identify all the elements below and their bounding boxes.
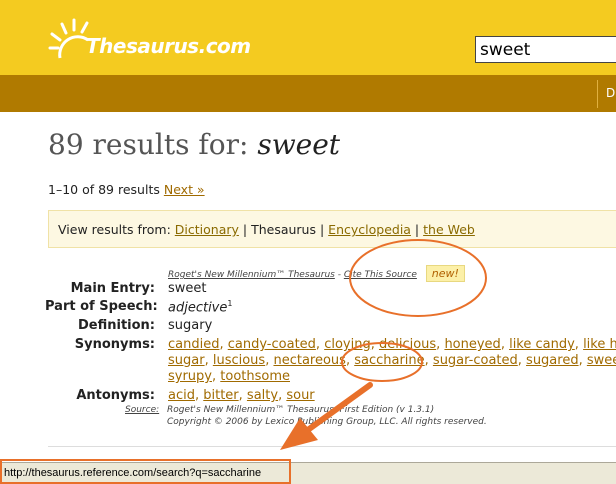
list-separator: ,	[517, 353, 527, 368]
synonym-link[interactable]: nectareous	[273, 353, 345, 368]
synonym-link[interactable]: sour	[286, 388, 314, 403]
separator: |	[238, 222, 252, 237]
page-title: 89 results for: sweet	[48, 128, 340, 161]
view-results-from-bar: View results from: Dictionary | Thesauru…	[48, 210, 616, 248]
definition-label: Definition:	[77, 318, 155, 333]
site-header: Thesaurus.com	[0, 0, 616, 75]
synonym-link[interactable]: syrupy	[168, 369, 212, 384]
antonyms-label: Antonyms:	[76, 388, 155, 403]
next-page-link[interactable]: Next »	[164, 182, 205, 197]
synonym-link[interactable]: sugared	[526, 353, 579, 368]
synonyms-label: Synonyms:	[74, 337, 155, 352]
synonyms-line-1: candied, candy-coated, cloying, deliciou…	[168, 337, 616, 352]
synonym-link[interactable]: saccharine	[354, 353, 424, 368]
synonym-link[interactable]: like hon	[583, 337, 616, 352]
list-separator: ,	[219, 337, 228, 352]
synonym-link[interactable]: luscious	[213, 353, 265, 368]
results-title-prefix: results for:	[83, 128, 258, 161]
synonym-link[interactable]: delicious	[379, 337, 436, 352]
antonyms-line: acid, bitter, salty, sour	[168, 388, 315, 403]
part-of-speech-value: adjective1	[168, 299, 232, 315]
nav-tab-dictionary[interactable]: D	[597, 80, 616, 108]
web-link[interactable]: the Web	[423, 222, 475, 237]
synonym-link[interactable]: bitter	[203, 388, 238, 403]
list-separator: ,	[424, 353, 433, 368]
main-entry-value: sweet	[168, 281, 207, 296]
source-separator: -	[334, 270, 344, 280]
source-title-link[interactable]: Roget's New Millennium™ Thesaurus	[168, 270, 335, 280]
annotation-status-highlight	[0, 459, 291, 484]
synonym-link[interactable]: acid	[168, 388, 195, 403]
part-of-speech-label: Part of Speech:	[45, 299, 158, 314]
synonyms-line-2: sugar, luscious, nectareous, saccharine,…	[168, 353, 616, 368]
list-separator: ,	[345, 353, 355, 368]
synonym-link[interactable]: honeyed	[444, 337, 500, 352]
main-entry-label: Main Entry:	[70, 281, 155, 296]
encyclopedia-link[interactable]: Encyclopedia	[328, 222, 411, 237]
dictionary-link[interactable]: Dictionary	[175, 222, 239, 237]
synonym-link[interactable]: candied	[168, 337, 219, 352]
list-separator: ,	[238, 388, 247, 403]
definition-value: sugary	[168, 318, 213, 333]
results-count: 89	[48, 128, 84, 161]
list-separator: ,	[315, 337, 325, 352]
source-edition: Roget's New Millennium™ Thesaurus, First…	[167, 405, 435, 415]
synonym-link[interactable]: cloying	[324, 337, 371, 352]
synonym-link[interactable]: sweete	[587, 353, 616, 368]
separator: |	[316, 222, 329, 237]
divider	[48, 446, 616, 447]
synonym-link[interactable]: salty	[247, 388, 278, 403]
synonym-link[interactable]: sugar-coated	[433, 353, 518, 368]
list-separator: ,	[370, 337, 379, 352]
results-range: 1–10 of 89 results Next »	[48, 182, 205, 197]
synonyms-line-3: syrupy, toothsome	[168, 369, 290, 384]
source-citation: Source: Roget's New Millennium™ Thesaurus…	[125, 405, 487, 429]
list-separator: ,	[194, 388, 204, 403]
synonym-link[interactable]: like candy	[509, 337, 575, 352]
source-line: Roget's New Millennium™ Thesaurus - Cite…	[168, 265, 465, 282]
search-input[interactable]	[475, 36, 616, 63]
cite-this-source-link[interactable]: Cite This Source	[344, 270, 417, 280]
thesaurus-current: Thesaurus	[251, 222, 316, 237]
synonym-link[interactable]: sugar	[168, 353, 205, 368]
pos-superscript: 1	[227, 299, 233, 308]
view-from-label: View results from:	[58, 222, 171, 237]
source-label[interactable]: Source:	[125, 405, 159, 415]
list-separator: ,	[204, 353, 213, 368]
new-badge: new!	[425, 265, 465, 282]
pos-text: adjective	[168, 300, 228, 316]
copyright-text: Copyright © 2006 by Lexico Publishing Gr…	[167, 417, 487, 427]
synonym-link[interactable]: candy-coated	[228, 337, 316, 352]
nav-bar	[0, 75, 616, 112]
search-term: sweet	[257, 128, 341, 161]
list-separator: ,	[578, 353, 587, 368]
list-separator: ,	[500, 337, 510, 352]
list-separator: ,	[574, 337, 584, 352]
results-range-text: 1–10 of 89 results	[48, 182, 160, 197]
site-logo-text[interactable]: Thesaurus.com	[86, 34, 251, 58]
synonym-link[interactable]: toothsome	[220, 369, 290, 384]
separator: |	[410, 222, 424, 237]
